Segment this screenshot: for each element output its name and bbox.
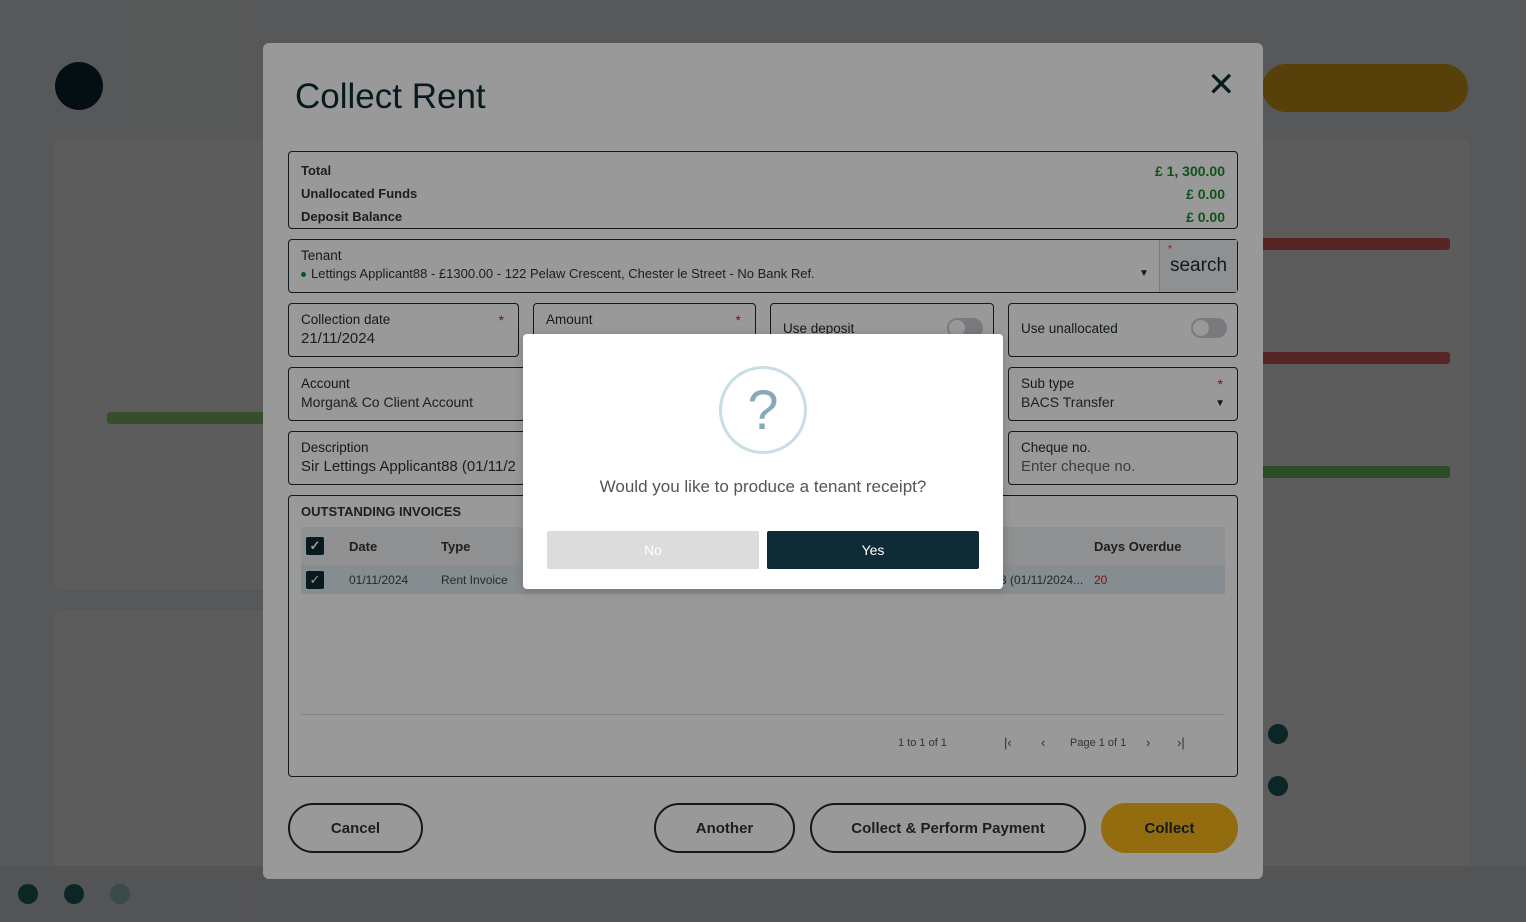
question-icon: ? <box>719 366 807 454</box>
no-button[interactable]: No <box>547 531 759 569</box>
receipt-confirm-dialog: ? Would you like to produce a tenant rec… <box>523 334 1003 589</box>
dialog-message: Would you like to produce a tenant recei… <box>599 477 927 496</box>
yes-button[interactable]: Yes <box>767 531 979 569</box>
